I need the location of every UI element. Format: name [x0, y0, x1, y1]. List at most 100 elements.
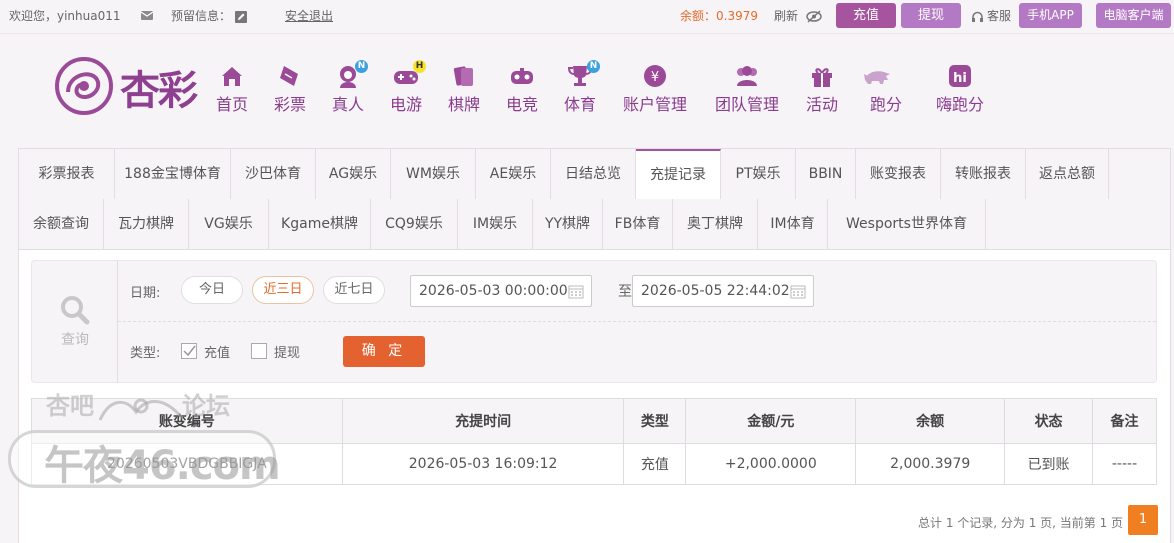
start-date-input[interactable]: 2026-05-03 00:00:00 — [410, 275, 592, 307]
logout-link[interactable]: 安全退出 — [285, 0, 333, 34]
tab-tabs_row1-9[interactable]: BBIN — [796, 149, 856, 199]
brand-logo[interactable]: 杏彩 — [54, 56, 214, 118]
query-button[interactable]: 查询 — [32, 261, 118, 382]
tab-tabs_row2-2[interactable]: VG娱乐 — [189, 199, 269, 249]
tab-tabs_row2-4[interactable]: CQ9娱乐 — [371, 199, 458, 249]
nav-item-11[interactable]: hi 嗨跑分 — [920, 62, 1000, 115]
to-label: 至 — [618, 284, 632, 300]
hi-icon: hi — [946, 62, 974, 90]
yen-coin-icon: ¥ — [641, 62, 669, 90]
team-icon — [733, 62, 761, 90]
customer-service-link[interactable]: 客服 — [987, 0, 1011, 34]
column-header: 充提时间 — [341, 398, 625, 444]
tab-tabs_row2-9[interactable]: IM体育 — [758, 199, 828, 249]
tab-tabs_row2-10[interactable]: Wesports世界体育 — [828, 199, 986, 249]
balance-value: 0.3979 — [716, 9, 758, 23]
record-balance-cell: 2,000.3979 — [855, 443, 1006, 485]
tab-tabs_row1-6[interactable]: 日结总览 — [551, 149, 636, 199]
confirm-button[interactable]: 确 定 — [343, 336, 425, 367]
tab-tabs_row1-1[interactable]: 188金宝博体育 — [115, 149, 231, 199]
column-header: 类型 — [623, 398, 687, 444]
tab-tabs_row1-7[interactable]: 充提记录 — [636, 149, 721, 199]
gift-icon — [808, 62, 836, 90]
tab-tabs_row1-12[interactable]: 返点总额 — [1026, 149, 1109, 199]
tab-tabs_row1-11[interactable]: 转账报表 — [941, 149, 1026, 199]
eye-slash-icon[interactable] — [806, 10, 822, 23]
nav-label: 体育 — [563, 95, 596, 114]
tab-tabs_row1-0[interactable]: 彩票报表 — [19, 149, 115, 199]
withdraw-checkbox-label: 提现 — [274, 346, 301, 361]
reserved-info-label: 预留信息： — [171, 9, 232, 23]
pc-client-button[interactable]: 电脑客户端 — [1096, 3, 1171, 28]
search-icon — [61, 296, 90, 325]
type-label: 类型: — [130, 346, 161, 361]
tab-tabs_row1-8[interactable]: PT娱乐 — [721, 149, 796, 199]
page-button-current[interactable]: 1 — [1128, 505, 1158, 535]
tab-tabs_row1-5[interactable]: AE娱乐 — [476, 149, 551, 199]
gamepad-icon: H — [392, 60, 426, 90]
top-bar: 欢迎您，yinhua011 预留信息： 安全退出 余额： 0.3979 刷新 充… — [0, 0, 1174, 34]
deposit-checkbox-label: 充值 — [204, 346, 231, 361]
tab-tabs_row2-0[interactable]: 余额查询 — [19, 199, 104, 249]
nav-badge: N — [587, 60, 600, 73]
cards-icon — [450, 62, 478, 90]
watermark-floral-icon — [98, 398, 184, 421]
refresh-link[interactable]: 刷新 — [774, 0, 798, 34]
calendar-icon[interactable] — [568, 283, 584, 299]
svg-text:¥: ¥ — [651, 70, 659, 85]
mobile-app-button[interactable]: 手机APP — [1019, 3, 1082, 28]
today-button[interactable]: 今日 — [181, 276, 243, 304]
tab-tabs_row1-10[interactable]: 账变报表 — [856, 149, 941, 199]
rhino-icon — [864, 62, 908, 90]
controller-icon — [508, 62, 536, 90]
column-header: 备注 — [1092, 398, 1157, 444]
end-date-input[interactable]: 2026-05-05 22:44:02 — [632, 275, 814, 307]
tab-tabs_row2-3[interactable]: Kgame棋牌 — [269, 199, 371, 249]
watermark-text-left: 杏吧 — [46, 392, 94, 420]
welcome-text: 欢迎您，yinhua011 — [9, 9, 121, 23]
home-icon — [218, 62, 246, 90]
deposit-button[interactable]: 充值 — [836, 3, 896, 28]
nav-item-10[interactable]: 跑分 — [846, 62, 926, 115]
headset-icon[interactable] — [971, 11, 984, 23]
report-tabs: 彩票报表 188金宝博体育 沙巴体育 AG娱乐 WM娱乐 AE娱乐 日结总览 充提记录 PT娱乐… — [19, 149, 1170, 250]
balance-label: 余额： — [680, 9, 717, 23]
withdraw-checkbox[interactable] — [251, 343, 267, 359]
tab-tabs_row1-4[interactable]: WM娱乐 — [391, 149, 476, 199]
record-time-cell: 2026-05-03 16:09:12 — [341, 443, 625, 485]
tab-tabs_row2-8[interactable]: 奥丁棋牌 — [673, 199, 758, 249]
last-three-days-button[interactable]: 近三日 — [252, 276, 314, 304]
tab-tabs_row2-7[interactable]: FB体育 — [603, 199, 673, 249]
edit-icon[interactable] — [235, 11, 247, 23]
tab-tabs_row2-5[interactable]: IM娱乐 — [458, 199, 533, 249]
nav-label: 嗨跑分 — [935, 95, 984, 114]
dealer-icon: N — [334, 60, 368, 90]
pagination-info: 总计 1 个记录, 分为 1 页, 当前第 1 页 — [918, 516, 1124, 530]
nav-item-8[interactable]: 团队管理 — [707, 62, 787, 115]
tab-tabs_row1-2[interactable]: 沙巴体育 — [231, 149, 316, 199]
watermark-text-right: 论坛 — [182, 392, 230, 420]
column-header: 状态 — [1004, 398, 1094, 444]
tab-tabs_row2-1[interactable]: 瓦力棋牌 — [104, 199, 189, 249]
header: 杏彩 首页 彩票 N 真人 H 电游 棋牌 电竞 N 体育 ¥ 账户管理 团队管理 活动 跑分 hi 嗨跑分 — [0, 34, 1174, 140]
deposit-checkbox[interactable] — [181, 343, 197, 359]
record-note-cell: ----- — [1092, 443, 1157, 485]
calendar-icon[interactable] — [790, 283, 806, 299]
date-label: 日期: — [130, 286, 161, 301]
query-label: 查询 — [61, 332, 89, 348]
last-seven-days-button[interactable]: 近七日 — [323, 276, 385, 304]
record-type-cell: 充值 — [623, 443, 687, 485]
filter-divider — [118, 321, 1156, 322]
column-header: 金额/元 — [685, 398, 857, 444]
record-status-cell: 已到账 — [1004, 443, 1094, 485]
nav-item-6[interactable]: N 体育 — [540, 60, 620, 115]
nav-item-7[interactable]: ¥ 账户管理 — [615, 62, 695, 115]
mail-icon[interactable] — [141, 11, 153, 21]
trophy-icon: N — [566, 60, 600, 90]
tab-tabs_row1-3[interactable]: AG娱乐 — [316, 149, 391, 199]
nav-label: 团队管理 — [714, 95, 779, 114]
tab-tabs_row2-6[interactable]: YY棋牌 — [533, 199, 603, 249]
withdraw-button[interactable]: 提现 — [901, 3, 961, 28]
brand-name: 杏彩 — [120, 67, 198, 114]
checkmark-icon — [183, 345, 196, 357]
